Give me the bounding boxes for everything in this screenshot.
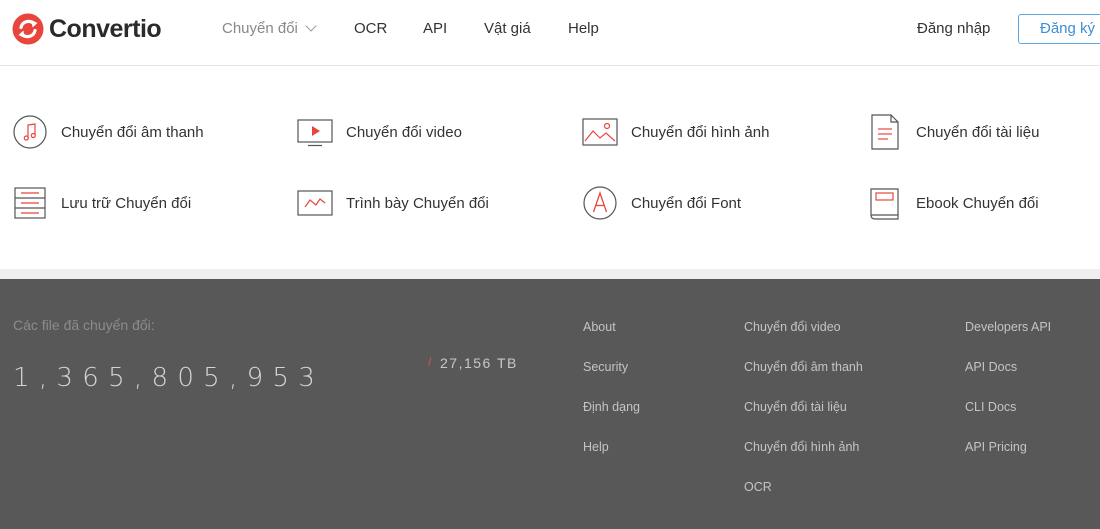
file-counter: 1,365,805,953 (13, 363, 325, 393)
converter-label: Ebook Chuyển đổi (916, 194, 1039, 212)
document-icon (871, 114, 899, 150)
music-note-icon (13, 115, 47, 149)
footer-link-developers-api[interactable]: Developers API (965, 320, 1051, 334)
section-divider (0, 269, 1100, 279)
footer-link-cli-docs[interactable]: CLI Docs (965, 400, 1016, 414)
converter-ebook[interactable]: Ebook Chuyển đổi (867, 185, 1039, 221)
converter-presentation[interactable]: Trình bày Chuyển đổi (297, 185, 489, 221)
converter-label: Chuyển đổi âm thanh (61, 123, 204, 141)
nav-convert-label: Chuyển đổi (222, 20, 298, 37)
nav-ocr[interactable]: OCR (354, 20, 387, 38)
converter-font[interactable]: Chuyển đổi Font (582, 185, 741, 221)
converter-grid: Chuyển đổi âm thanh Chuyển đổi video Chu… (0, 66, 1100, 269)
ebook-icon (870, 188, 899, 220)
top-header: Convertio Chuyển đổi OCR API Vật giá Hel… (0, 0, 1100, 66)
converter-video[interactable]: Chuyển đổi video (297, 114, 462, 150)
font-icon (583, 186, 617, 220)
logo[interactable]: Convertio (12, 13, 162, 45)
login-link[interactable]: Đăng nhập (917, 20, 990, 38)
nav-pricing[interactable]: Vật giá (484, 20, 531, 38)
nav-convert[interactable]: Chuyển đổi (222, 20, 317, 38)
footer-link-api-pricing[interactable]: API Pricing (965, 440, 1027, 454)
signup-button[interactable]: Đăng ký (1018, 14, 1100, 44)
converter-label: Chuyển đổi hình ảnh (631, 123, 770, 141)
convertio-logo-icon (12, 13, 44, 45)
converter-image[interactable]: Chuyển đổi hình ảnh (582, 114, 769, 150)
nav-help[interactable]: Help (568, 20, 599, 38)
footer-link-ocr[interactable]: OCR (744, 480, 772, 494)
footer-link-video[interactable]: Chuyển đổi video (744, 320, 841, 334)
converter-label: Lưu trữ Chuyển đổi (61, 194, 192, 212)
footer: Các file đã chuyển đổi: 1,365,805,953 / … (0, 279, 1100, 529)
video-play-icon (297, 119, 333, 147)
converter-label: Chuyển đổi video (346, 123, 462, 141)
converter-audio[interactable]: Chuyển đổi âm thanh (12, 114, 204, 150)
footer-link-formats[interactable]: Định dạng (583, 400, 640, 414)
footer-link-audio[interactable]: Chuyển đổi âm thanh (744, 360, 863, 374)
image-icon (582, 118, 618, 146)
logo-text: Convertio (49, 15, 162, 43)
converter-archive[interactable]: Lưu trữ Chuyển đổi (12, 185, 191, 221)
converter-label: Trình bày Chuyển đổi (346, 194, 489, 212)
footer-link-security[interactable]: Security (583, 360, 628, 374)
converter-document[interactable]: Chuyển đổi tài liệu (867, 114, 1039, 150)
converter-label: Chuyển đổi Font (631, 194, 742, 212)
converter-label: Chuyển đổi tài liệu (916, 123, 1040, 141)
footer-link-document[interactable]: Chuyển đổi tài liệu (744, 400, 847, 414)
archive-icon (14, 187, 46, 219)
footer-link-about[interactable]: About (583, 320, 616, 334)
data-size: 27,156 TB (440, 355, 518, 371)
presentation-icon (297, 190, 333, 216)
nav-api[interactable]: API (423, 20, 447, 38)
footer-link-image[interactable]: Chuyển đổi hình ảnh (744, 440, 859, 454)
footer-link-api-docs[interactable]: API Docs (965, 360, 1017, 374)
converted-files-label: Các file đã chuyển đổi: (13, 317, 155, 333)
footer-link-help[interactable]: Help (583, 440, 609, 454)
slash-separator: / (428, 355, 432, 369)
chevron-down-icon (305, 20, 317, 32)
